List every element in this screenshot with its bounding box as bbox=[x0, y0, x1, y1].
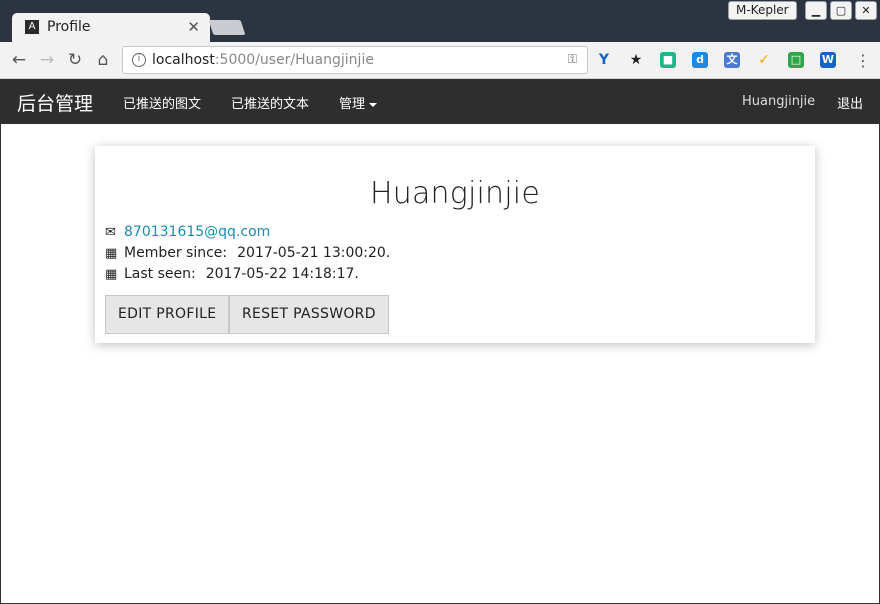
member-since-row: ▦ Member since: 2017-05-21 13:00:20. bbox=[105, 245, 390, 261]
info-icon[interactable]: i bbox=[132, 53, 146, 67]
member-since-value: 2017-05-21 13:00:20. bbox=[237, 245, 391, 261]
email-link[interactable]: 870131615@qq.com bbox=[124, 224, 270, 240]
edit-profile-button[interactable]: EDIT PROFILE bbox=[105, 295, 230, 334]
reset-password-button[interactable]: RESET PASSWORD bbox=[229, 295, 389, 334]
site-navbar: 后台管理 已推送的图文 已推送的文本 管理 Huangjinjie 退出 bbox=[0, 79, 880, 124]
extension-cup-icon[interactable]: ■ bbox=[660, 52, 676, 68]
bookmark-star-icon[interactable]: ★ bbox=[628, 52, 644, 68]
tab-title: Profile bbox=[47, 19, 91, 35]
nav-username[interactable]: Huangjinjie bbox=[742, 94, 815, 109]
calendar-icon: ▦ bbox=[105, 246, 118, 261]
profile-card: Huangjinjie ✉ 870131615@qq.com ▦ Member si… bbox=[95, 146, 815, 343]
extension-d-icon[interactable]: d bbox=[692, 52, 708, 68]
nav-logout[interactable]: 退出 bbox=[837, 93, 863, 112]
browser-tab[interactable]: A Profile ✕ bbox=[12, 13, 210, 42]
member-since-label: Member since: bbox=[124, 245, 228, 261]
extension-square-icon[interactable]: □ bbox=[788, 52, 804, 68]
browser-titlebar: A Profile ✕ M-Kepler ▁ ▢ ✕ bbox=[0, 0, 880, 42]
back-arrow-icon[interactable]: ← bbox=[9, 50, 29, 70]
home-icon[interactable]: ⌂ bbox=[93, 50, 113, 70]
nav-link-pushed-articles[interactable]: 已推送的图文 bbox=[123, 93, 201, 112]
address-bar[interactable]: i localhost:5000/user/Huangjinjie ⚿ bbox=[122, 46, 588, 74]
maximize-icon[interactable]: ▢ bbox=[830, 1, 852, 20]
nav-link-pushed-texts[interactable]: 已推送的文本 bbox=[231, 93, 309, 112]
email-row: ✉ 870131615@qq.com bbox=[105, 224, 270, 240]
translate-icon[interactable]: 文 bbox=[724, 52, 740, 68]
forward-arrow-icon[interactable]: → bbox=[37, 50, 57, 70]
dropdown-caret-icon bbox=[369, 102, 378, 107]
brand-title[interactable]: 后台管理 bbox=[17, 89, 93, 116]
nav-manage-label: 管理 bbox=[339, 97, 366, 112]
envelope-icon: ✉ bbox=[105, 225, 116, 240]
minimize-icon[interactable]: ▁ bbox=[805, 1, 827, 20]
tab-favicon-icon: A bbox=[25, 20, 39, 34]
tab-close-icon[interactable]: ✕ bbox=[187, 18, 200, 36]
browser-menu-icon[interactable]: ⋮ bbox=[855, 51, 871, 70]
new-tab-button[interactable] bbox=[208, 20, 246, 35]
reload-icon[interactable]: ↻ bbox=[65, 50, 85, 70]
extension-w-icon[interactable]: W bbox=[820, 52, 836, 68]
url-path: :5000/user/Huangjinjie bbox=[214, 52, 374, 68]
window-close-icon[interactable]: ✕ bbox=[855, 1, 877, 20]
profile-name: Huangjinjie bbox=[370, 176, 540, 211]
window-user-badge[interactable]: M-Kepler bbox=[728, 1, 797, 20]
extension-y-icon[interactable]: Y bbox=[596, 52, 612, 68]
calendar-icon: ▦ bbox=[105, 267, 118, 282]
extension-check-icon[interactable]: ✓ bbox=[756, 52, 772, 68]
url-host: localhost bbox=[152, 52, 215, 68]
nav-link-manage[interactable]: 管理 bbox=[339, 93, 378, 112]
last-seen-label: Last seen: bbox=[124, 266, 196, 282]
key-icon[interactable]: ⚿ bbox=[568, 52, 577, 67]
browser-toolbar: ← → ↻ ⌂ i localhost:5000/user/Huangjinji… bbox=[0, 42, 880, 79]
url-text[interactable]: localhost:5000/user/Huangjinjie bbox=[152, 52, 374, 68]
last-seen-row: ▦ Last seen: 2017-05-22 14:18:17. bbox=[105, 266, 359, 282]
last-seen-value: 2017-05-22 14:18:17. bbox=[205, 266, 359, 282]
